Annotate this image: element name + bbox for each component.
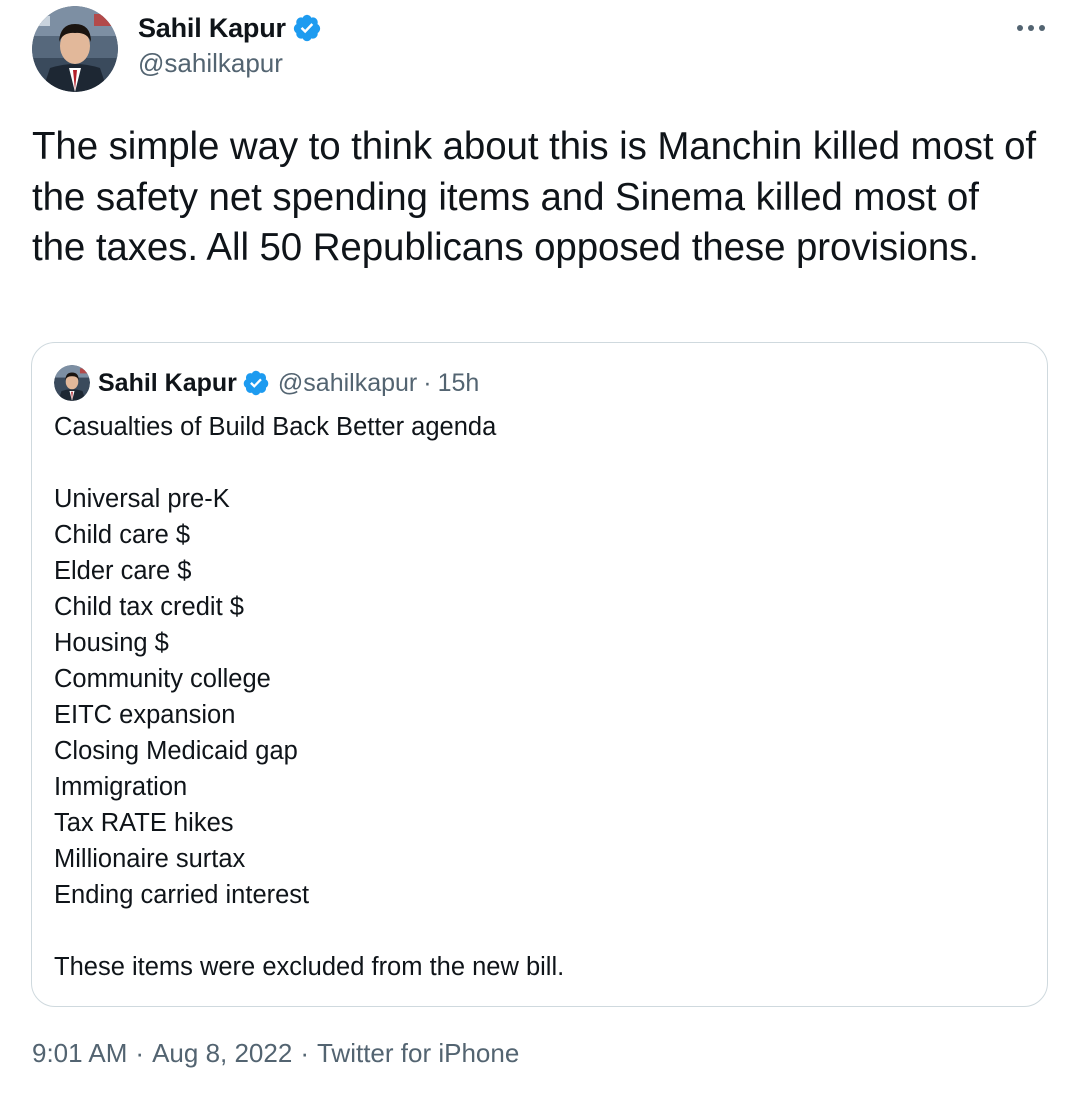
quoted-tweet-header: Sahil Kapur @sahilkapur · 15h: [54, 365, 479, 401]
tweet: Sahil Kapur @sahilkapur The simple way t…: [0, 0, 1072, 1096]
tweet-meta: 9:01 AM · Aug 8, 2022 · Twitter for iPho…: [32, 1038, 519, 1069]
meta-separator: ·: [135, 1038, 145, 1068]
quoted-intro: Casualties of Build Back Better agenda: [54, 413, 497, 441]
author-handle[interactable]: @sahilkapur: [138, 48, 283, 79]
author-name-row[interactable]: Sahil Kapur: [138, 12, 322, 44]
quoted-time: 15h: [437, 368, 480, 397]
avatar[interactable]: [32, 6, 118, 92]
list-item: Ending carried interest: [54, 881, 310, 909]
list-item: Community college: [54, 665, 271, 693]
quoted-author-handle: @sahilkapur: [277, 368, 418, 397]
verified-badge-icon: [292, 13, 322, 43]
list-item: Tax RATE hikes: [54, 809, 234, 837]
quoted-tweet-body: Casualties of Build Back Better agenda U…: [54, 409, 1014, 985]
list-item: Child tax credit $: [54, 593, 244, 621]
quoted-outro: These items were excluded from the new b…: [54, 953, 565, 981]
tweet-time[interactable]: 9:01 AM: [32, 1038, 127, 1069]
author-name[interactable]: Sahil Kapur: [138, 13, 286, 44]
quoted-tweet[interactable]: Sahil Kapur @sahilkapur · 15h Casualties…: [31, 342, 1048, 1007]
meta-separator: ·: [300, 1038, 309, 1068]
list-item: Universal pre-K: [54, 485, 230, 513]
list-item: Immigration: [54, 773, 188, 801]
list-item: Closing Medicaid gap: [54, 737, 298, 765]
list-item: EITC expansion: [54, 701, 236, 729]
quoted-avatar: [54, 365, 90, 401]
list-item: Elder care $: [54, 557, 192, 585]
verified-badge-icon: [242, 369, 270, 397]
list-item: Millionaire surtax: [54, 845, 246, 873]
tweet-date[interactable]: Aug 8, 2022: [152, 1038, 292, 1069]
more-horizontal-icon[interactable]: [1016, 16, 1046, 40]
list-item: Housing $: [54, 629, 169, 657]
tweet-source[interactable]: Twitter for iPhone: [317, 1038, 519, 1069]
tweet-text: The simple way to think about this is Ma…: [32, 125, 1047, 269]
quoted-separator: ·: [423, 368, 432, 397]
list-item: Child care $: [54, 521, 191, 549]
quoted-author-name: Sahil Kapur: [98, 368, 237, 397]
